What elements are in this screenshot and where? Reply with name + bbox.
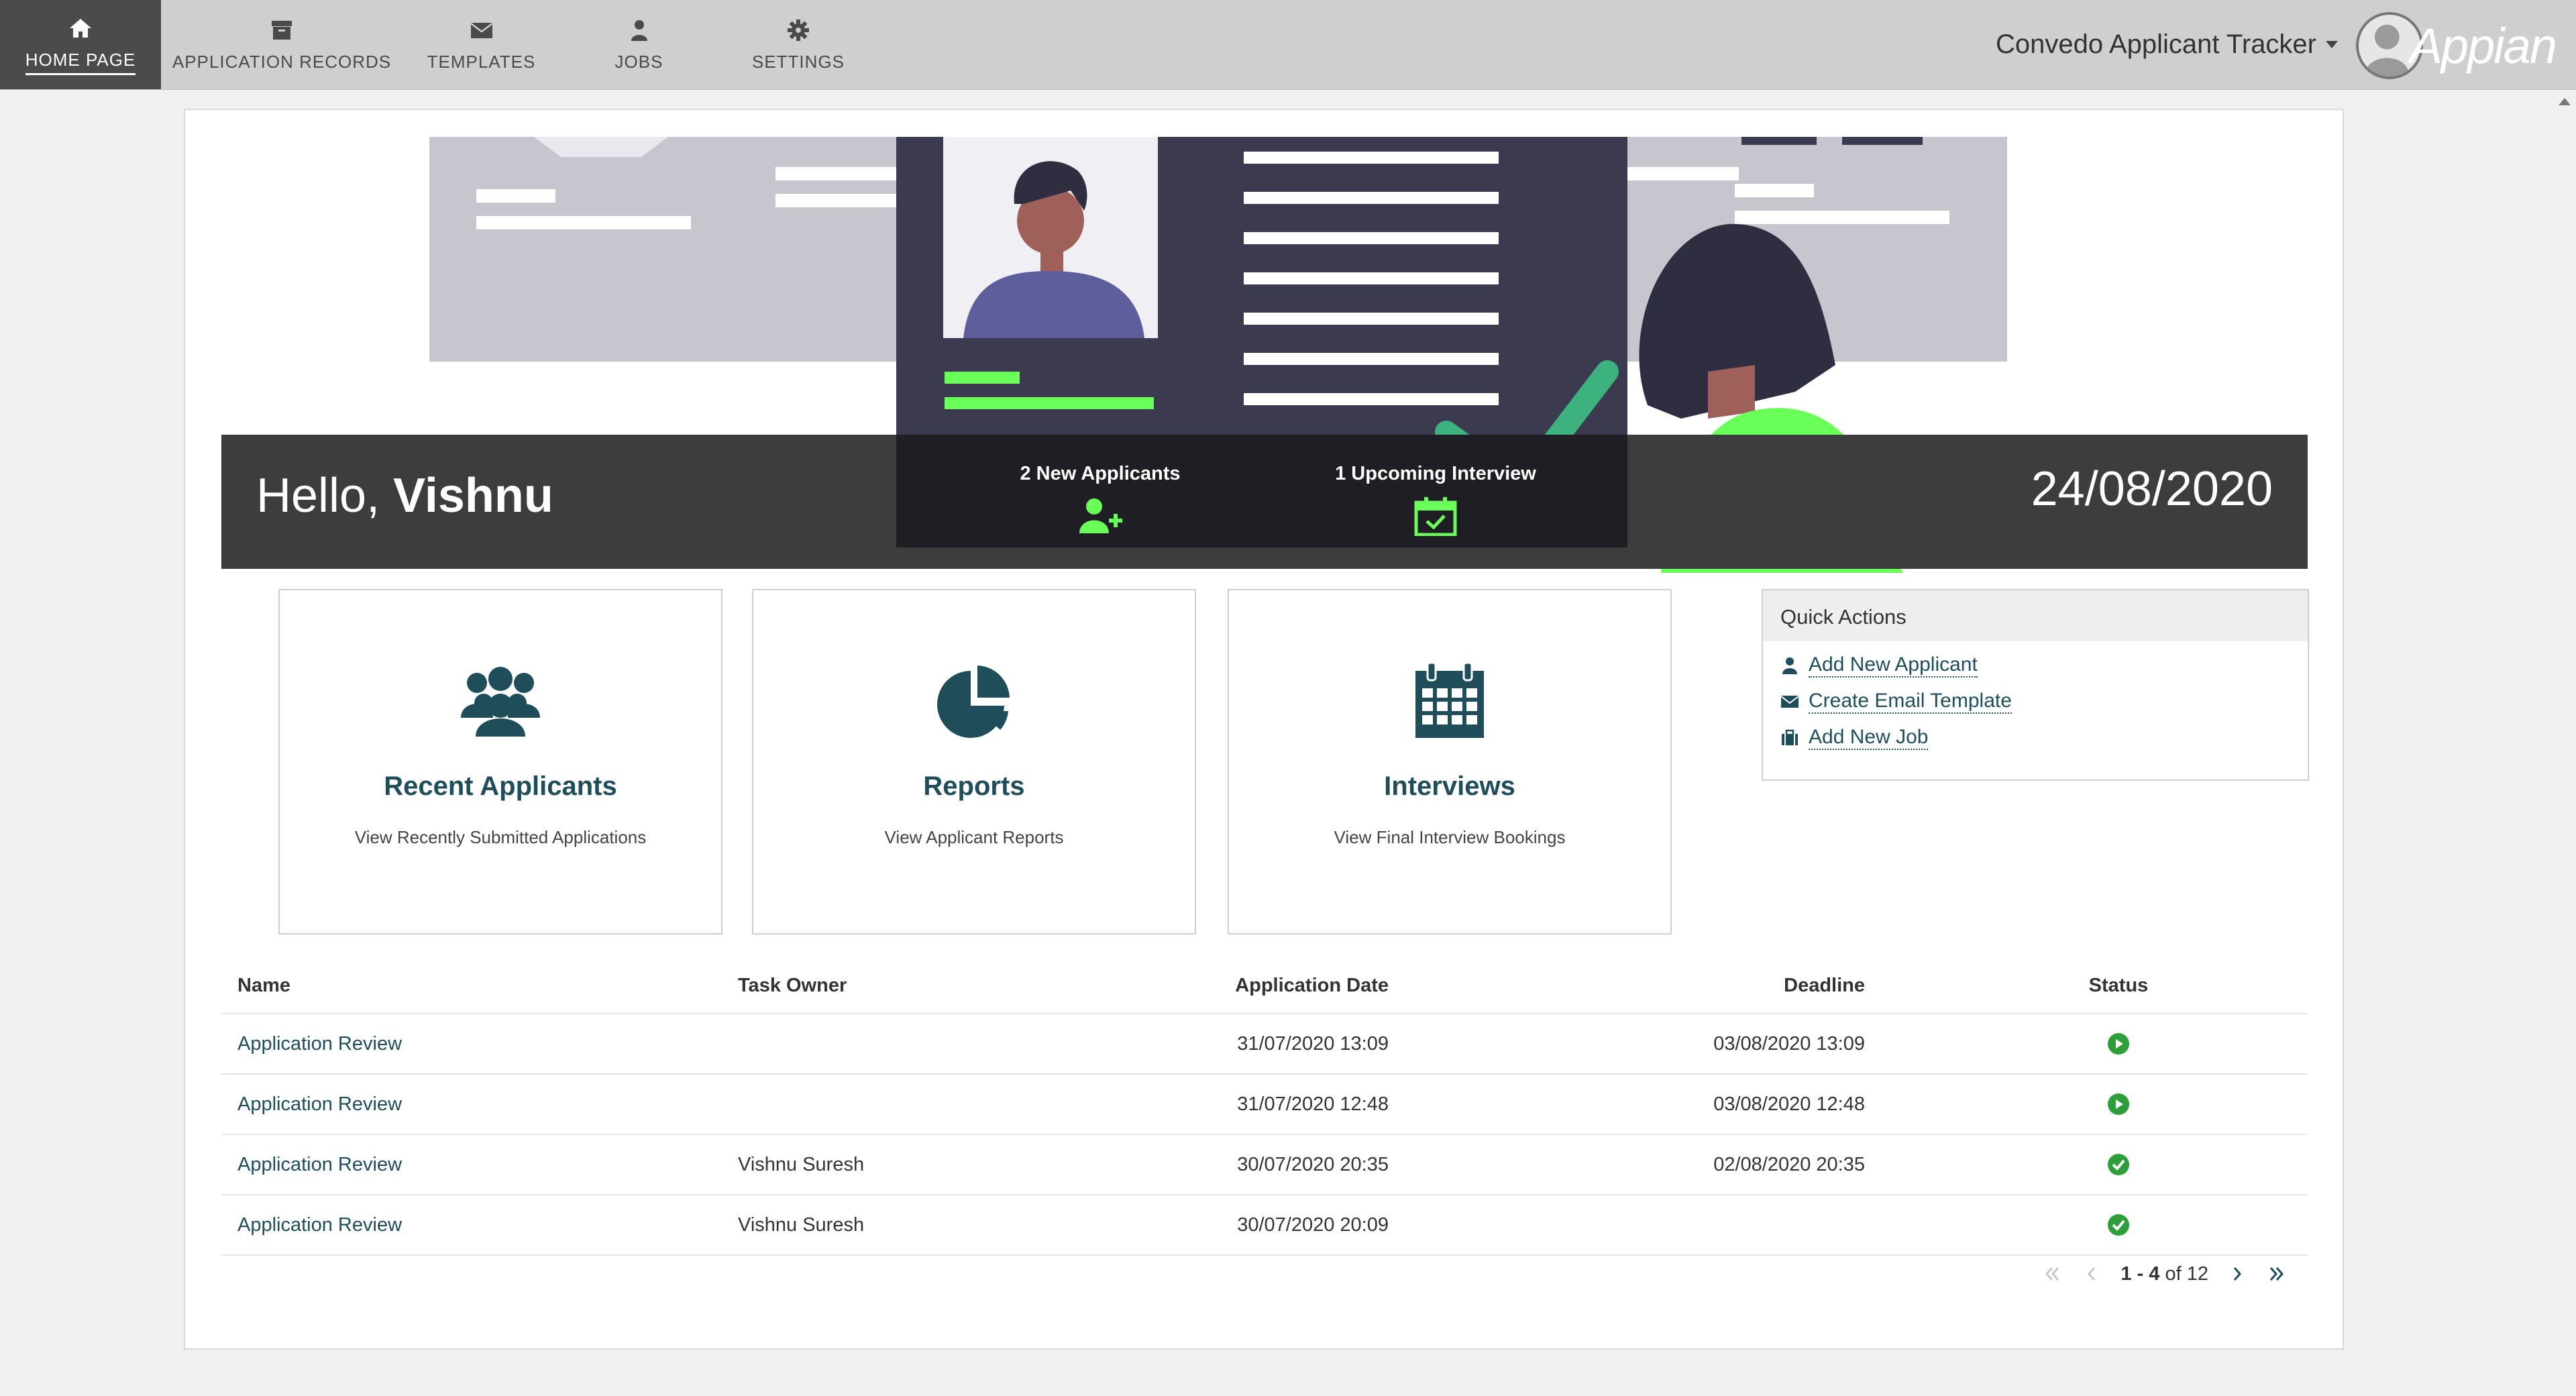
quick-actions-panel: Quick Actions Add New Applicant Create E… xyxy=(1762,589,2309,781)
application-date: 30/07/2020 20:35 xyxy=(1237,1153,1389,1175)
chevron-down-icon xyxy=(2326,41,2338,48)
tasks-table: Name Task Owner Application Date Deadlin… xyxy=(221,958,2308,1256)
tile-subtitle: View Recently Submitted Applications xyxy=(354,827,647,847)
pie-chart-icon xyxy=(937,665,1010,738)
table-header-row: Name Task Owner Application Date Deadlin… xyxy=(221,958,2308,1014)
last-page-icon[interactable] xyxy=(2266,1263,2289,1285)
table-row: Application Review Vishnu Suresh 30/07/2… xyxy=(221,1135,2308,1195)
nav-label: TEMPLATES xyxy=(427,52,536,72)
gear-icon xyxy=(788,19,809,41)
page-total: of 12 xyxy=(2165,1263,2209,1285)
tile-title: Recent Applicants xyxy=(384,771,617,801)
stat-label: 1 Upcoming Interview xyxy=(1335,463,1536,484)
nav-home-page[interactable]: HOME PAGE xyxy=(0,0,161,89)
first-page-icon[interactable] xyxy=(2040,1263,2063,1285)
user-name: Vishnu xyxy=(393,469,553,523)
task-link[interactable]: Application Review xyxy=(237,1033,402,1055)
task-link[interactable]: Application Review xyxy=(237,1214,402,1236)
user-icon xyxy=(1782,657,1797,674)
quick-actions-title: Quick Actions xyxy=(1763,590,2308,641)
top-navigation-bar: HOME PAGE APPLICATION RECORDS TEMPLATES … xyxy=(0,0,2576,90)
quick-action-label: Add New Applicant xyxy=(1809,653,1978,678)
page-range: 1 - 4 xyxy=(2121,1263,2160,1285)
task-owner: Vishnu Suresh xyxy=(738,1153,865,1175)
pagination: 1 - 4 of 12 xyxy=(2040,1263,2289,1285)
users-icon xyxy=(461,667,540,737)
app-title: Convedo Applicant Tracker xyxy=(1995,30,2316,59)
deadline: 03/08/2020 12:48 xyxy=(1713,1093,1865,1115)
tile-interviews[interactable]: Interviews View Final Interview Bookings xyxy=(1228,589,1672,934)
nav-label: SETTINGS xyxy=(751,52,845,72)
application-date: 30/07/2020 20:09 xyxy=(1237,1214,1389,1236)
home-icon xyxy=(70,18,91,38)
column-header-deadline[interactable]: Deadline xyxy=(1684,958,1865,1013)
welcome-banner: Hello, Vishnu 2 New Applicants 1 Upcomin… xyxy=(221,435,2308,569)
tile-title: Interviews xyxy=(1384,771,1515,801)
scroll-up-icon[interactable] xyxy=(2559,98,2571,105)
table-row: Application Review 31/07/2020 13:09 03/0… xyxy=(221,1014,2308,1075)
tile-title: Reports xyxy=(923,771,1025,801)
column-header-task-owner[interactable]: Task Owner xyxy=(738,958,847,1013)
upcoming-interview-stat[interactable]: 1 Upcoming Interview xyxy=(1308,463,1563,536)
nav-settings[interactable]: SETTINGS xyxy=(728,0,869,89)
next-page-icon[interactable] xyxy=(2226,1263,2249,1285)
nav-label: JOBS xyxy=(614,52,663,72)
current-date: 24/08/2020 xyxy=(2031,462,2273,516)
stat-label: 2 New Applicants xyxy=(1020,463,1181,484)
task-link[interactable]: Application Review xyxy=(237,1093,402,1116)
application-date: 31/07/2020 12:48 xyxy=(1237,1093,1389,1115)
check-circle-icon xyxy=(2108,1154,2129,1175)
deadline: 03/08/2020 13:09 xyxy=(1713,1032,1865,1055)
column-header-name[interactable]: Name xyxy=(237,958,290,1013)
task-owner: Vishnu Suresh xyxy=(738,1214,865,1236)
check-circle-icon xyxy=(2108,1214,2129,1236)
greeting: Hello, Vishnu xyxy=(256,468,553,523)
user-icon xyxy=(631,20,647,41)
table-row: Application Review Vishnu Suresh 30/07/2… xyxy=(221,1195,2308,1256)
tile-subtitle: View Applicant Reports xyxy=(884,827,1064,847)
tile-recent-applicants[interactable]: Recent Applicants View Recently Submitte… xyxy=(278,589,722,934)
archive-icon xyxy=(272,21,292,40)
quick-action-label: Add New Job xyxy=(1809,726,1929,750)
nav-label: HOME PAGE xyxy=(25,50,136,75)
calendar-icon xyxy=(1415,661,1484,738)
page-info: 1 - 4 of 12 xyxy=(2121,1263,2208,1285)
calendar-check-icon xyxy=(1414,497,1457,536)
tile-subtitle: View Final Interview Bookings xyxy=(1334,827,1566,847)
nav-templates[interactable]: TEMPLATES xyxy=(409,0,553,89)
column-header-status[interactable]: Status xyxy=(2086,958,2151,1013)
greeting-text: Hello, xyxy=(256,469,380,523)
application-date: 31/07/2020 13:09 xyxy=(1237,1032,1389,1055)
column-header-application-date[interactable]: Application Date xyxy=(1214,958,1389,1013)
envelope-icon xyxy=(1780,696,1799,708)
home-page-card: Hello, Vishnu 2 New Applicants 1 Upcomin… xyxy=(184,109,2344,1350)
briefcase-icon xyxy=(1782,729,1798,745)
nav-label: APPLICATION RECORDS xyxy=(172,52,392,72)
task-link[interactable]: Application Review xyxy=(237,1154,402,1176)
nav-application-records[interactable]: APPLICATION RECORDS xyxy=(168,0,396,89)
user-plus-icon xyxy=(1079,498,1122,533)
quick-action-add-applicant[interactable]: Add New Applicant xyxy=(1780,653,2308,678)
previous-page-icon[interactable] xyxy=(2080,1263,2103,1285)
deadline xyxy=(1684,1195,1865,1254)
app-switcher[interactable]: Convedo Applicant Tracker xyxy=(1996,30,2338,60)
envelope-icon xyxy=(470,23,493,38)
deadline: 02/08/2020 20:35 xyxy=(1713,1153,1865,1175)
new-applicants-stat[interactable]: 2 New Applicants xyxy=(993,463,1208,536)
tile-reports[interactable]: Reports View Applicant Reports xyxy=(752,589,1196,934)
play-circle-icon xyxy=(2108,1033,2129,1055)
quick-action-add-job[interactable]: Add New Job xyxy=(1780,726,2308,750)
table-row: Application Review 31/07/2020 12:48 03/0… xyxy=(221,1075,2308,1135)
quick-action-create-email-template[interactable]: Create Email Template xyxy=(1780,690,2308,714)
brand-logo: Appian xyxy=(2409,18,2557,74)
nav-jobs[interactable]: JOBS xyxy=(570,0,708,89)
quick-action-label: Create Email Template xyxy=(1809,690,2012,714)
play-circle-icon xyxy=(2108,1093,2129,1115)
